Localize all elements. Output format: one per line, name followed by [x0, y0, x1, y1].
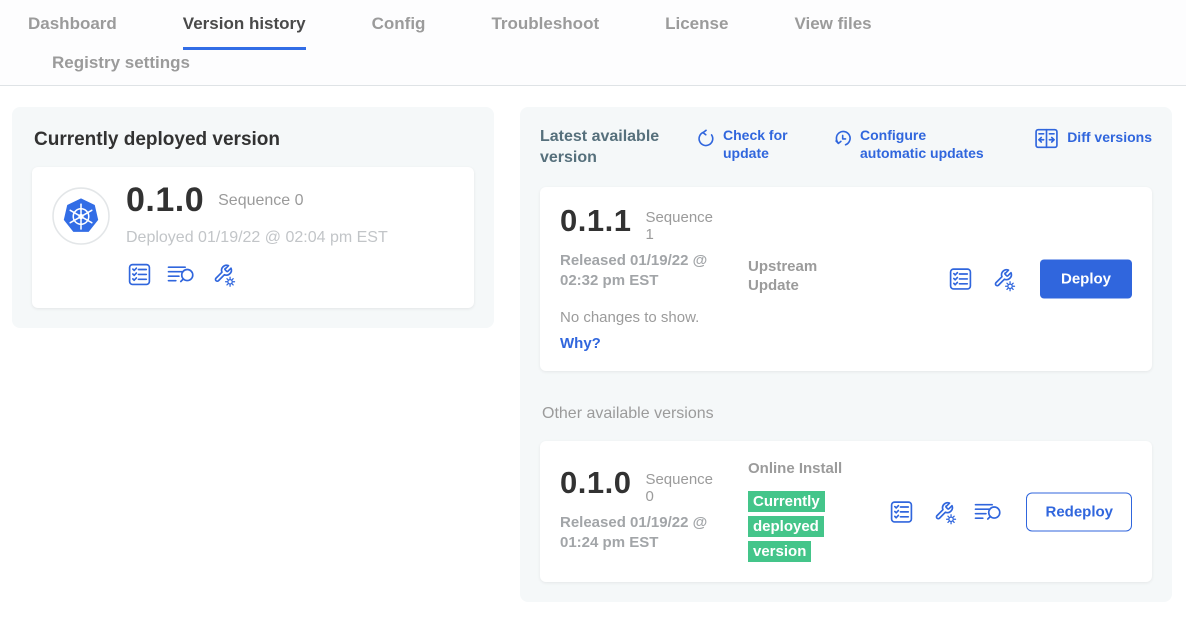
latest-version-info: 0.1.1 Sequence 1 Released 01/19/22 @ 02:… [560, 205, 748, 296]
tab-view-files[interactable]: View files [794, 14, 871, 50]
edit-config-icon[interactable] [209, 261, 237, 288]
deployed-actions [126, 261, 388, 288]
latest-released-timestamp: Released 01/19/22 @ 02:32 pm EST [560, 251, 748, 290]
tab-registry-settings[interactable]: Registry settings [52, 53, 190, 73]
deploy-logs-icon[interactable] [166, 262, 196, 287]
schedule-update-icon [833, 128, 852, 149]
edit-config-icon[interactable] [930, 498, 958, 525]
no-changes-text: No changes to show. [560, 309, 1132, 326]
kubernetes-app-icon [52, 187, 110, 245]
diff-versions-link[interactable]: Diff versions [1034, 127, 1152, 150]
refresh-icon [696, 128, 715, 149]
nav-row-2: Registry settings [28, 50, 1186, 85]
other-version-card: 0.1.0 Sequence 0 Released 01/19/22 @ 01:… [540, 441, 1152, 583]
nav-row-1: Dashboard Version history Config Trouble… [28, 14, 1186, 50]
redeploy-button[interactable]: Redeploy [1026, 492, 1132, 531]
main-content: Currently deployed version 0.1.0 [0, 86, 1186, 602]
tab-dashboard[interactable]: Dashboard [28, 14, 117, 50]
check-for-update-link[interactable]: Check for update [696, 127, 795, 162]
deployed-version-info: 0.1.0 Sequence 0 Deployed 01/19/22 @ 02:… [126, 183, 388, 288]
other-version-info: 0.1.0 Sequence 0 Released 01/19/22 @ 01:… [560, 459, 748, 565]
deployed-version-number: 0.1.0 [126, 183, 204, 219]
deploy-button[interactable]: Deploy [1040, 259, 1132, 298]
other-sequence-label: Sequence 0 [645, 467, 717, 506]
tab-config[interactable]: Config [372, 14, 426, 50]
configure-automatic-updates-link[interactable]: Configure automatic updates [833, 127, 992, 162]
latest-sequence-label: Sequence 1 [645, 205, 717, 244]
latest-version-source: Upstream Update [748, 257, 860, 296]
deployed-timestamp: Deployed 01/19/22 @ 02:04 pm EST [126, 229, 388, 247]
latest-version-card: 0.1.1 Sequence 1 Released 01/19/22 @ 02:… [540, 187, 1152, 371]
preflight-checks-icon[interactable] [126, 262, 153, 287]
preflight-checks-icon[interactable] [888, 499, 915, 524]
edit-config-icon[interactable] [989, 265, 1017, 292]
tab-version-history[interactable]: Version history [183, 14, 306, 50]
latest-version-actions: Deploy [947, 259, 1132, 298]
other-version-source: Online Install [748, 459, 860, 479]
deploy-logs-icon[interactable] [973, 499, 1003, 524]
latest-version-number: 0.1.1 [560, 205, 631, 236]
diff-icon [1034, 127, 1059, 150]
tab-license[interactable]: License [665, 14, 728, 50]
latest-version-header: Latest available version Check for updat… [540, 127, 1152, 169]
currently-deployed-title: Currently deployed version [34, 129, 474, 151]
deployed-version-card: 0.1.0 Sequence 0 Deployed 01/19/22 @ 02:… [32, 167, 474, 308]
top-nav: Dashboard Version history Config Trouble… [0, 0, 1186, 86]
deployed-sequence-label: Sequence 0 [218, 183, 303, 210]
preflight-checks-icon[interactable] [947, 266, 974, 291]
other-version-actions: Redeploy [888, 492, 1132, 531]
available-versions-panel: Latest available version Check for updat… [520, 107, 1172, 602]
other-released-timestamp: Released 01/19/22 @ 01:24 pm EST [560, 513, 748, 552]
other-version-number: 0.1.0 [560, 467, 631, 498]
tab-troubleshoot[interactable]: Troubleshoot [491, 14, 599, 50]
currently-deployed-panel: Currently deployed version 0.1.0 [12, 107, 494, 328]
other-versions-title: Other available versions [542, 405, 1152, 423]
why-link[interactable]: Why? [560, 335, 601, 352]
latest-version-title: Latest available version [540, 127, 678, 169]
currently-deployed-badge: Currently deployed version [748, 490, 826, 564]
